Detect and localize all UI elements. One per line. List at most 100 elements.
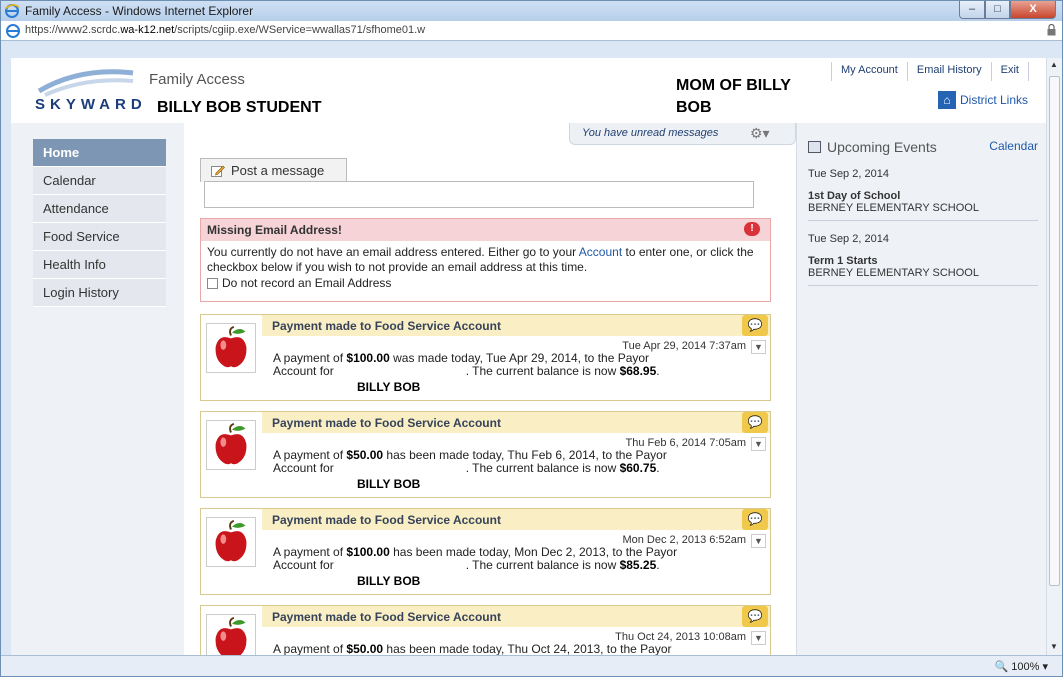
sidebar-item-login-history[interactable]: Login History bbox=[33, 279, 166, 307]
calendar-link[interactable]: Calendar bbox=[989, 139, 1038, 153]
page-content: SKYWARD Family Access BILLY BOB STUDENT … bbox=[11, 58, 1046, 655]
scroll-up-icon[interactable]: ▲ bbox=[1050, 60, 1058, 69]
card-text-a: A payment of bbox=[273, 545, 347, 559]
comment-icon[interactable]: 💬 bbox=[742, 315, 768, 336]
no-email-checkbox-row[interactable]: Do not record an Email Address bbox=[207, 276, 764, 291]
top-nav: My Account Email History Exit bbox=[831, 62, 1029, 81]
apple-icon bbox=[206, 420, 256, 470]
zoom-level: 100% bbox=[1011, 661, 1040, 673]
alert-text-1: You currently do not have an email addre… bbox=[207, 245, 579, 259]
card-message: A payment of $100.00 was made today, Tue… bbox=[273, 352, 753, 378]
payment-card: Payment made to Food Service Account 💬 T… bbox=[200, 605, 771, 655]
apple-icon bbox=[206, 614, 256, 655]
payment-amount: $50.00 bbox=[346, 448, 384, 462]
card-message: A payment of $100.00 has been made today… bbox=[273, 546, 753, 572]
my-account-link[interactable]: My Account bbox=[832, 62, 908, 81]
payment-amount: $100.00 bbox=[346, 351, 390, 365]
alert-body: You currently do not have an email addre… bbox=[201, 241, 770, 295]
event-date: Tue Sep 2, 2014 bbox=[808, 233, 889, 245]
event-school: BERNEY ELEMENTARY SCHOOL bbox=[808, 202, 979, 214]
vertical-scrollbar[interactable]: ▲ ▼ bbox=[1046, 58, 1062, 655]
ie-logo-icon bbox=[5, 4, 19, 18]
alert-title: Missing Email Address! bbox=[201, 219, 770, 241]
sidebar-item-attendance[interactable]: Attendance bbox=[33, 195, 166, 223]
window-frame-left bbox=[1, 41, 11, 655]
minimize-button[interactable]: – bbox=[959, 1, 985, 19]
email-history-link[interactable]: Email History bbox=[908, 62, 992, 81]
account-link[interactable]: Account bbox=[579, 245, 622, 259]
comment-icon[interactable]: 💬 bbox=[742, 509, 768, 530]
events-title: Upcoming Events bbox=[827, 139, 937, 155]
pencil-icon bbox=[211, 165, 225, 177]
url-domain: wa-k12.net bbox=[120, 24, 175, 36]
sidebar-nav: Home Calendar Attendance Food Service He… bbox=[33, 139, 166, 307]
card-balance: $85.25 bbox=[619, 558, 657, 572]
post-message-label: Post a message bbox=[231, 163, 325, 178]
payment-card: Payment made to Food Service Account 💬 M… bbox=[200, 508, 771, 595]
gear-icon[interactable]: ⚙▾ bbox=[750, 125, 770, 142]
card-text-c: Account for bbox=[273, 461, 334, 475]
payment-amount: $50.00 bbox=[346, 642, 384, 656]
logo-wordmark: SKYWARD bbox=[35, 96, 147, 113]
card-message: A payment of $50.00 has been made today,… bbox=[273, 642, 753, 656]
scroll-thumb[interactable] bbox=[1049, 76, 1060, 586]
account-holder-name: BILLY BOB bbox=[347, 377, 479, 397]
comment-icon[interactable]: 💬 bbox=[742, 606, 768, 627]
district-links-link[interactable]: ⌂ District Links bbox=[938, 91, 1028, 109]
unread-messages-link[interactable]: You have unread messages bbox=[582, 127, 718, 139]
sidebar-item-calendar[interactable]: Calendar bbox=[33, 167, 166, 195]
card-text-b: was made today, Tue Apr 29, 2014, to the… bbox=[389, 351, 650, 365]
address-bar[interactable]: https://www2.scrdc.wa-k12.net/scripts/cg… bbox=[1, 21, 1062, 41]
url-text[interactable]: https://www2.scrdc.wa-k12.net/scripts/cg… bbox=[25, 24, 425, 36]
alert-icon: ! bbox=[744, 222, 760, 236]
card-text-d: . The current balance is now bbox=[465, 558, 620, 572]
event-name: Term 1 Starts bbox=[808, 255, 878, 267]
chevron-down-icon[interactable]: ▼ bbox=[751, 340, 766, 354]
card-message: A payment of $50.00 has been made today,… bbox=[273, 449, 753, 475]
title-bar: Family Access - Windows Internet Explore… bbox=[1, 1, 1062, 21]
payment-card: Payment made to Food Service Account 💬 T… bbox=[200, 411, 771, 498]
maximize-button[interactable]: □ bbox=[985, 1, 1010, 19]
exit-link[interactable]: Exit bbox=[992, 62, 1029, 81]
page-icon bbox=[6, 24, 20, 38]
card-text-e: . bbox=[656, 461, 660, 475]
chevron-down-icon[interactable]: ▼ bbox=[751, 437, 766, 451]
sidebar-item-food-service[interactable]: Food Service bbox=[33, 223, 166, 251]
no-email-checkbox[interactable] bbox=[207, 278, 218, 289]
card-text-b: has been made today, Thu Feb 6, 2014, to… bbox=[383, 448, 667, 462]
post-message-input[interactable] bbox=[204, 181, 754, 208]
missing-email-alert: Missing Email Address! ! You currently d… bbox=[200, 218, 771, 302]
event-item[interactable]: Tue Sep 2, 2014 1st Day of School BERNEY… bbox=[808, 168, 1038, 221]
zoom-control[interactable]: 🔍 100% ▾ bbox=[995, 660, 1048, 673]
event-name: 1st Day of School bbox=[808, 190, 901, 202]
event-item[interactable]: Tue Sep 2, 2014 Term 1 Starts BERNEY ELE… bbox=[808, 233, 1038, 286]
account-holder-name: BILLY BOB bbox=[347, 474, 479, 494]
payment-amount: $100.00 bbox=[346, 545, 390, 559]
card-title: Payment made to Food Service Account bbox=[262, 509, 770, 530]
student-name: BILLY BOB STUDENT bbox=[157, 99, 322, 116]
close-button[interactable]: X bbox=[1010, 1, 1056, 19]
site-header: SKYWARD Family Access BILLY BOB STUDENT … bbox=[11, 58, 1046, 123]
sidebar-item-home[interactable]: Home bbox=[33, 139, 166, 167]
window-title: Family Access - Windows Internet Explore… bbox=[25, 4, 254, 18]
scroll-down-icon[interactable]: ▼ bbox=[1050, 642, 1058, 651]
card-title: Payment made to Food Service Account bbox=[262, 412, 770, 433]
card-title: Payment made to Food Service Account bbox=[262, 606, 770, 627]
app-title: Family Access bbox=[149, 71, 245, 88]
card-text-d: . The current balance is now bbox=[465, 364, 620, 378]
status-bar: 🔍 100% ▾ bbox=[1, 655, 1062, 676]
calendar-icon bbox=[808, 141, 821, 153]
chevron-down-icon[interactable]: ▼ bbox=[751, 631, 766, 645]
message-strip: You have unread messages ⚙▾ bbox=[569, 123, 796, 145]
sidebar-item-health-info[interactable]: Health Info bbox=[33, 251, 166, 279]
comment-icon[interactable]: 💬 bbox=[742, 412, 768, 433]
url-prefix: https://www2.scrdc. bbox=[25, 24, 121, 36]
url-path: /scripts/cgiip.exe/WService=wwallas71/sf… bbox=[174, 24, 426, 36]
post-message-tab[interactable]: Post a message bbox=[200, 158, 347, 182]
zoom-icon: 🔍 bbox=[994, 661, 1009, 673]
card-text-e: . bbox=[656, 558, 660, 572]
card-text-c: Account for bbox=[273, 558, 334, 572]
chevron-down-icon[interactable]: ▼ bbox=[751, 534, 766, 548]
apple-icon bbox=[206, 517, 256, 567]
district-links-label: District Links bbox=[960, 93, 1029, 107]
